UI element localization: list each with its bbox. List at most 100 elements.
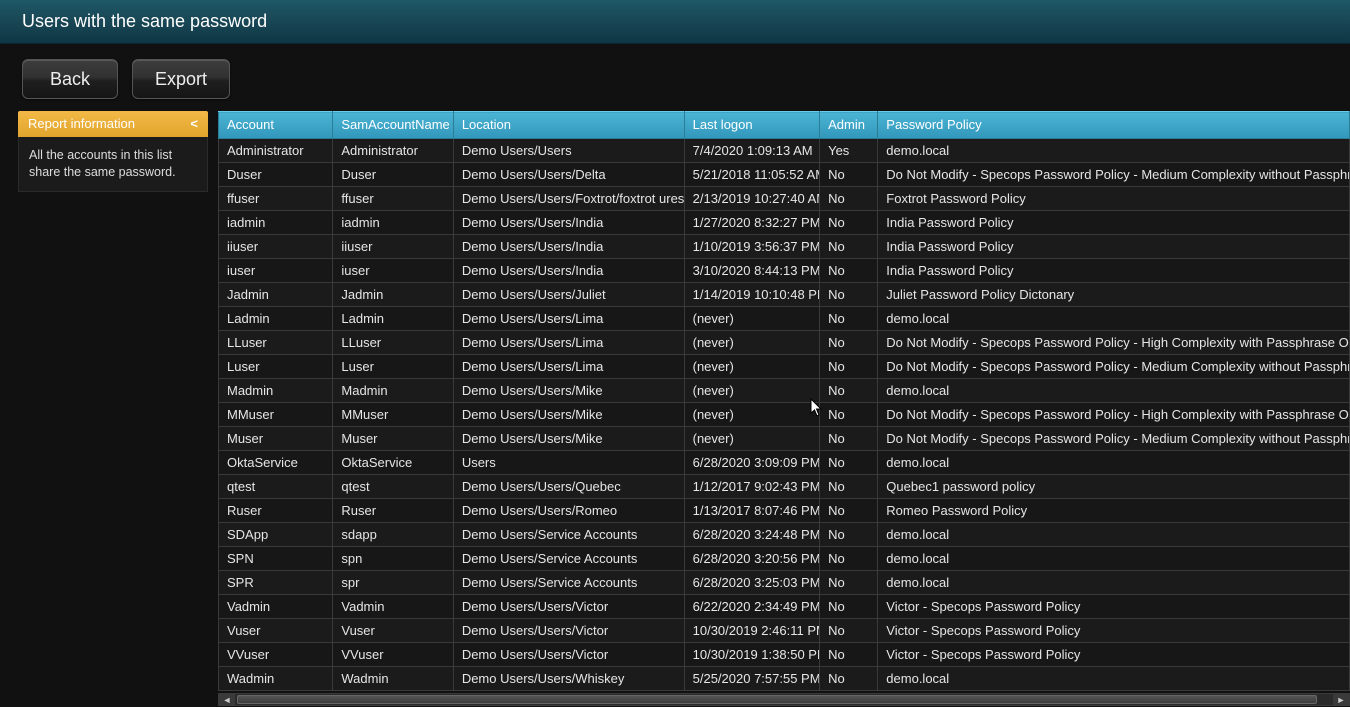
table-row[interactable]: VadminVadminDemo Users/Users/Victor6/22/…: [219, 595, 1350, 619]
cell-policy: India Password Policy: [878, 259, 1350, 283]
cell-account: iuser: [219, 259, 333, 283]
cell-account: MMuser: [219, 403, 333, 427]
cell-lastlogon: 5/21/2018 11:05:52 AM: [684, 163, 819, 187]
cell-admin: No: [820, 283, 878, 307]
report-info-header[interactable]: Report information <: [18, 111, 208, 137]
table-row[interactable]: qtestqtestDemo Users/Users/Quebec1/12/20…: [219, 475, 1350, 499]
cell-location: Demo Users/Users/Mike: [453, 379, 684, 403]
table-row[interactable]: RuserRuserDemo Users/Users/Romeo1/13/201…: [219, 499, 1350, 523]
cell-policy: demo.local: [878, 547, 1350, 571]
table-row[interactable]: VVuserVVuserDemo Users/Users/Victor10/30…: [219, 643, 1350, 667]
horizontal-scrollbar[interactable]: ◄ ►: [218, 693, 1350, 706]
cell-location: Demo Users/Users/Mike: [453, 403, 684, 427]
table-row[interactable]: iiuseriiuserDemo Users/Users/India1/10/2…: [219, 235, 1350, 259]
cell-admin: No: [820, 595, 878, 619]
cell-location: Demo Users/Users/Romeo: [453, 499, 684, 523]
cell-lastlogon: (never): [684, 403, 819, 427]
table-row[interactable]: OktaServiceOktaServiceUsers6/28/2020 3:0…: [219, 451, 1350, 475]
scroll-left-icon[interactable]: ◄: [219, 694, 235, 705]
cell-admin: No: [820, 355, 878, 379]
cell-sam: Ladmin: [333, 307, 453, 331]
table-row[interactable]: DuserDuserDemo Users/Users/Delta5/21/201…: [219, 163, 1350, 187]
collapse-icon[interactable]: <: [190, 116, 198, 131]
table-row[interactable]: LadminLadminDemo Users/Users/Lima(never)…: [219, 307, 1350, 331]
table-row[interactable]: iadminiadminDemo Users/Users/India1/27/2…: [219, 211, 1350, 235]
table-row[interactable]: AdministratorAdministratorDemo Users/Use…: [219, 139, 1350, 163]
cell-lastlogon: 6/28/2020 3:09:09 PM: [684, 451, 819, 475]
cell-account: Jadmin: [219, 283, 333, 307]
table-row[interactable]: MuserMuserDemo Users/Users/Mike(never)No…: [219, 427, 1350, 451]
cell-account: Ladmin: [219, 307, 333, 331]
cell-lastlogon: (never): [684, 427, 819, 451]
scroll-right-icon[interactable]: ►: [1333, 694, 1349, 705]
cell-sam: Madmin: [333, 379, 453, 403]
table-row[interactable]: LLuserLLuserDemo Users/Users/Lima(never)…: [219, 331, 1350, 355]
cell-policy: demo.local: [878, 139, 1350, 163]
cell-location: Demo Users/Users/Victor: [453, 619, 684, 643]
cell-policy: Do Not Modify - Specops Password Policy …: [878, 163, 1350, 187]
table-row[interactable]: iuseriuserDemo Users/Users/India3/10/202…: [219, 259, 1350, 283]
cell-policy: Victor - Specops Password Policy: [878, 595, 1350, 619]
cell-lastlogon: (never): [684, 331, 819, 355]
column-header-sam[interactable]: SamAccountName: [333, 112, 453, 139]
cell-location: Demo Users/Users/Lima: [453, 355, 684, 379]
cell-sam: qtest: [333, 475, 453, 499]
cell-account: SDApp: [219, 523, 333, 547]
table-row[interactable]: LuserLuserDemo Users/Users/Lima(never)No…: [219, 355, 1350, 379]
cell-admin: No: [820, 403, 878, 427]
scroll-thumb[interactable]: [237, 695, 1317, 704]
table-row[interactable]: SPNspnDemo Users/Service Accounts6/28/20…: [219, 547, 1350, 571]
cell-location: Demo Users/Users/Victor: [453, 643, 684, 667]
cell-lastlogon: (never): [684, 355, 819, 379]
column-header-admin[interactable]: Admin: [820, 112, 878, 139]
cell-policy: India Password Policy: [878, 235, 1350, 259]
column-header-lastlogon[interactable]: Last logon: [684, 112, 819, 139]
scroll-track[interactable]: [235, 694, 1333, 705]
cell-sam: ffuser: [333, 187, 453, 211]
title-bar: Users with the same password: [0, 0, 1350, 44]
cell-account: qtest: [219, 475, 333, 499]
table-row[interactable]: SDAppsdappDemo Users/Service Accounts6/2…: [219, 523, 1350, 547]
cell-sam: Wadmin: [333, 667, 453, 691]
column-header-policy[interactable]: Password Policy: [878, 112, 1350, 139]
cell-account: ffuser: [219, 187, 333, 211]
cell-sam: VVuser: [333, 643, 453, 667]
cell-location: Demo Users/Service Accounts: [453, 523, 684, 547]
table-row[interactable]: VuserVuserDemo Users/Users/Victor10/30/2…: [219, 619, 1350, 643]
export-button[interactable]: Export: [132, 59, 230, 99]
cell-account: SPN: [219, 547, 333, 571]
grid-wrap: AccountSamAccountNameLocationLast logonA…: [218, 111, 1350, 706]
cell-location: Demo Users/Users/Mike: [453, 427, 684, 451]
cell-location: Demo Users/Users/Lima: [453, 331, 684, 355]
table-row[interactable]: WadminWadminDemo Users/Users/Whiskey5/25…: [219, 667, 1350, 691]
cell-lastlogon: 3/10/2020 8:44:13 PM: [684, 259, 819, 283]
cell-admin: No: [820, 499, 878, 523]
cell-account: Administrator: [219, 139, 333, 163]
column-header-account[interactable]: Account: [219, 112, 333, 139]
cell-sam: spr: [333, 571, 453, 595]
cell-location: Demo Users/Users/Quebec: [453, 475, 684, 499]
cell-account: Wadmin: [219, 667, 333, 691]
cell-location: Demo Users/Users/Victor: [453, 595, 684, 619]
cell-admin: No: [820, 523, 878, 547]
cell-admin: Yes: [820, 139, 878, 163]
column-header-location[interactable]: Location: [453, 112, 684, 139]
cell-location: Demo Users/Users/Juliet: [453, 283, 684, 307]
table-row[interactable]: MadminMadminDemo Users/Users/Mike(never)…: [219, 379, 1350, 403]
cell-policy: Victor - Specops Password Policy: [878, 619, 1350, 643]
cell-lastlogon: 1/27/2020 8:32:27 PM: [684, 211, 819, 235]
table-row[interactable]: MMuserMMuserDemo Users/Users/Mike(never)…: [219, 403, 1350, 427]
cell-account: Madmin: [219, 379, 333, 403]
cell-sam: Vuser: [333, 619, 453, 643]
table-row[interactable]: SPRsprDemo Users/Service Accounts6/28/20…: [219, 571, 1350, 595]
cell-sam: LLuser: [333, 331, 453, 355]
cell-location: Demo Users/Users/India: [453, 211, 684, 235]
table-row[interactable]: JadminJadminDemo Users/Users/Juliet1/14/…: [219, 283, 1350, 307]
cell-sam: spn: [333, 547, 453, 571]
cell-admin: No: [820, 187, 878, 211]
cell-location: Demo Users/Users/India: [453, 235, 684, 259]
back-button[interactable]: Back: [22, 59, 118, 99]
cell-policy: Do Not Modify - Specops Password Policy …: [878, 427, 1350, 451]
cell-policy: India Password Policy: [878, 211, 1350, 235]
table-row[interactable]: ffuserffuserDemo Users/Users/Foxtrot/fox…: [219, 187, 1350, 211]
